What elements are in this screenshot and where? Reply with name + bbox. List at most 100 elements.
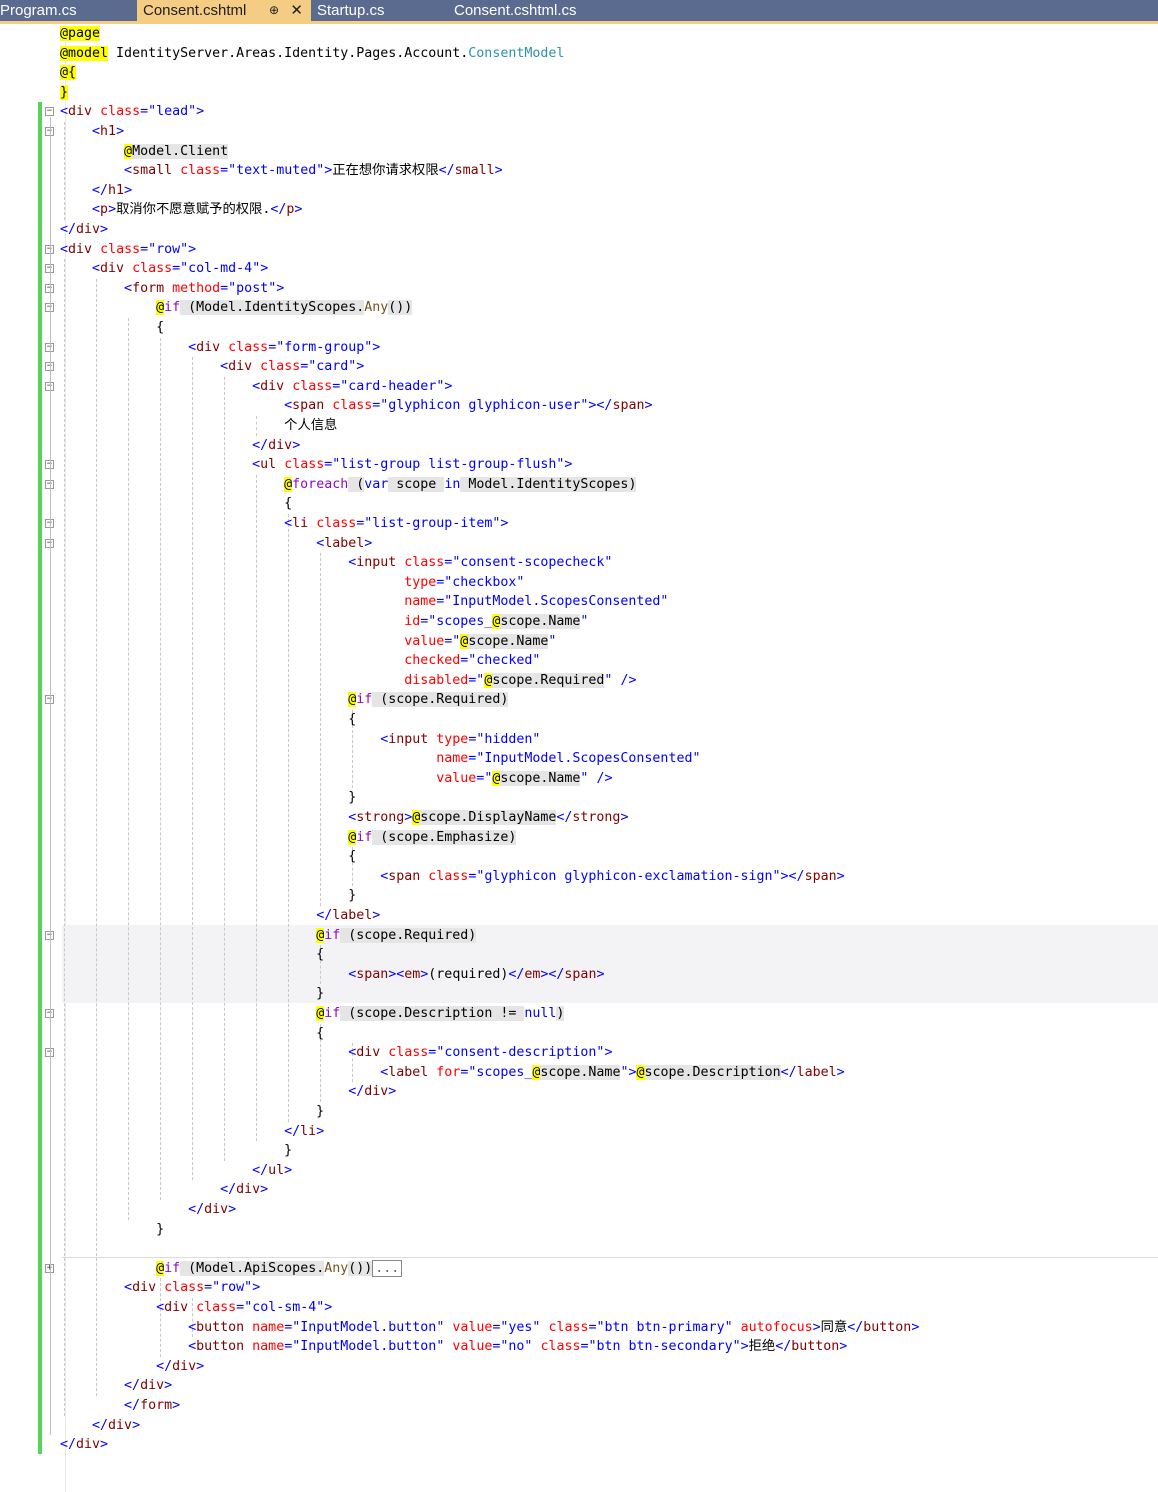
code-token: <: [124, 163, 133, 179]
code-line[interactable]: name="InputModel.ScopesConsented": [60, 592, 668, 612]
code-line[interactable]: </form>: [60, 1396, 180, 1416]
code-token: <: [92, 261, 101, 277]
code-line[interactable]: <h1>: [60, 122, 124, 142]
code-editor[interactable]: −−−−−−−−−−−−−−−−−+ @page@model IdentityS…: [0, 24, 1158, 1492]
collapse-icon[interactable]: −: [45, 107, 54, 117]
code-token: />: [596, 770, 613, 786]
code-line[interactable]: </div>: [60, 1180, 268, 1200]
code-token: >: [836, 868, 845, 884]
pin-icon[interactable]: ⊕: [269, 0, 279, 21]
code-line[interactable]: <div class="row">: [60, 1278, 260, 1298]
code-line[interactable]: }: [60, 886, 356, 906]
code-line[interactable]: </div>: [60, 1435, 108, 1455]
code-line[interactable]: {: [60, 318, 164, 338]
code-line[interactable]: <div class="col-md-4">: [60, 259, 268, 279]
code-line[interactable]: <div class="form-group">: [60, 338, 380, 358]
code-line[interactable]: }: [60, 1141, 292, 1161]
code-line[interactable]: <div class="card">: [60, 357, 364, 377]
code-line[interactable]: @model IdentityServer.Areas.Identity.Pag…: [60, 44, 564, 64]
code-token: }: [60, 1104, 325, 1119]
code-token: </: [556, 810, 573, 825]
code-line[interactable]: <ul class="list-group list-group-flush">: [60, 455, 572, 475]
code-token: "list-group list-group-flush": [332, 457, 565, 473]
code-line[interactable]: <strong>@scope.DisplayName</strong>: [60, 808, 628, 828]
code-line[interactable]: <span><em>(required)</em></span>: [60, 965, 604, 985]
code-token: >: [494, 163, 503, 179]
code-line[interactable]: </ul>: [60, 1161, 292, 1181]
code-line[interactable]: <label>: [60, 534, 372, 554]
code-line[interactable]: @page: [60, 24, 101, 44]
code-line[interactable]: {: [60, 1024, 324, 1044]
code-line[interactable]: checked="checked": [60, 651, 540, 671]
close-icon[interactable]: ✕: [290, 0, 303, 21]
code-line[interactable]: <div class="consent-description">: [60, 1043, 612, 1063]
code-token: label: [324, 535, 365, 551]
code-line[interactable]: <small class="text-muted">正在想你请求权限</smal…: [60, 161, 503, 181]
tab-consent-cshtml-cs[interactable]: Consent.cshtml.cs: [448, 0, 640, 21]
code-line[interactable]: </div>: [60, 1416, 140, 1436]
code-line[interactable]: <button name="InputModel.button" value="…: [60, 1337, 847, 1357]
code-line[interactable]: @if (scope.Emphasize): [60, 828, 517, 848]
code-line[interactable]: {: [60, 710, 356, 730]
code-line[interactable]: </div>: [60, 1082, 396, 1102]
code-token: <: [252, 457, 261, 473]
code-line[interactable]: }: [60, 984, 324, 1004]
code-line[interactable]: <input type="hidden": [60, 730, 540, 750]
change-indicator-bar: [38, 102, 42, 1454]
code-line[interactable]: {: [60, 494, 292, 514]
code-line[interactable]: <div class="lead">: [60, 102, 204, 122]
code-line[interactable]: </div>: [60, 1357, 204, 1377]
tab-consent-cshtml[interactable]: Consent.cshtml ⊕ ✕: [137, 0, 311, 21]
code-line[interactable]: @Model.Client: [60, 142, 229, 162]
tab-startup-cs[interactable]: Startup.cs: [312, 0, 447, 21]
code-token: form: [132, 280, 165, 296]
code-line[interactable]: @if (Model.ApiScopes.Any())...: [60, 1259, 403, 1279]
code-line[interactable]: @if (scope.Required): [60, 690, 509, 710]
code-line[interactable]: </li>: [60, 1122, 324, 1142]
code-token: ></: [588, 398, 613, 414]
code-line[interactable]: @{: [60, 63, 77, 83]
code-line[interactable]: <input class="consent-scopecheck": [60, 553, 612, 573]
tab-program-cs[interactable]: Program.cs: [0, 0, 136, 21]
code-line[interactable]: <span class="glyphicon glyphicon-user"><…: [60, 396, 652, 416]
code-line[interactable]: </div>: [60, 1376, 172, 1396]
code-line[interactable]: @if (scope.Required): [60, 926, 477, 946]
code-line[interactable]: <div class="card-header">: [60, 377, 452, 397]
code-line[interactable]: <form method="post">: [60, 279, 284, 299]
code-line[interactable]: <button name="InputModel.button" value="…: [60, 1318, 919, 1338]
code-line[interactable]: }: [60, 1220, 164, 1240]
code-line[interactable]: </div>: [60, 220, 108, 240]
code-line[interactable]: }: [60, 788, 356, 808]
code-token: for: [436, 1064, 461, 1080]
code-line[interactable]: disabled="@scope.Required" />: [60, 671, 636, 691]
code-line[interactable]: @foreach (var scope in Model.IdentitySco…: [60, 475, 637, 495]
code-line[interactable]: type="checkbox": [60, 573, 524, 593]
code-token: small: [454, 163, 495, 179]
code-token: ): [556, 1006, 565, 1021]
code-line[interactable]: }: [60, 1102, 324, 1122]
code-line[interactable]: <div class="col-sm-4">: [60, 1298, 332, 1318]
code-line[interactable]: </div>: [60, 436, 300, 456]
code-line[interactable]: <span class="glyphicon glyphicon-exclama…: [60, 867, 845, 887]
code-line[interactable]: {: [60, 847, 356, 867]
code-line[interactable]: }: [60, 83, 69, 103]
code-line[interactable]: name="InputModel.ScopesConsented": [60, 749, 700, 769]
code-line[interactable]: </label>: [60, 906, 380, 926]
code-line[interactable]: @if (scope.Description != null): [60, 1004, 565, 1024]
code-line[interactable]: <p>取消你不愿意赋予的权限.</p>: [60, 200, 302, 220]
code-line[interactable]: {: [60, 945, 324, 965]
code-line[interactable]: <div class="row">: [60, 240, 196, 260]
code-line[interactable]: </h1>: [60, 181, 132, 201]
code-line[interactable]: <li class="list-group-item">: [60, 514, 508, 534]
code-line[interactable]: 个人信息: [60, 416, 337, 436]
code-line[interactable]: id="scopes_@scope.Name": [60, 612, 588, 632]
code-line[interactable]: </div>: [60, 1200, 236, 1220]
code-line[interactable]: @if (Model.IdentityScopes.Any()): [60, 298, 413, 318]
code-line[interactable]: value="@scope.Name" />: [60, 769, 612, 789]
code-line[interactable]: <label for="scopes_@scope.Name">@scope.D…: [60, 1063, 845, 1083]
code-line[interactable]: value="@scope.Name": [60, 632, 556, 652]
